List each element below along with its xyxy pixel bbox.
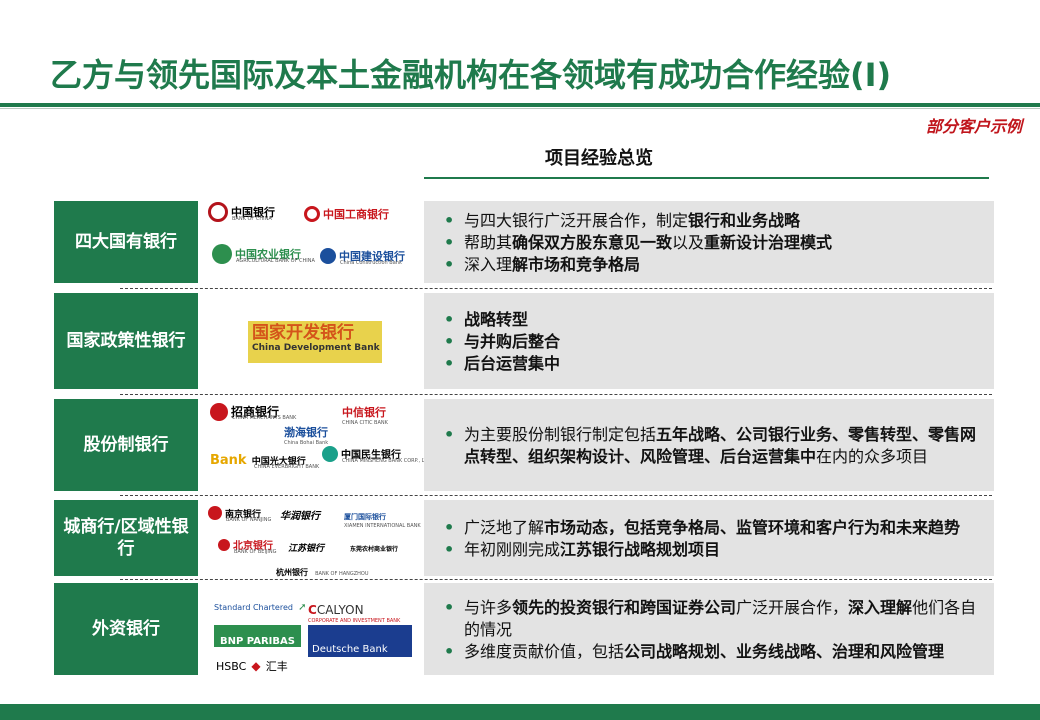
description-panel: • 战略转型 • 与并购后整合 • 后台运营集中 (424, 293, 994, 389)
cmb-logo: 招商银行 CHINA MERCHANTS BANK (210, 401, 296, 421)
logo-group: 国家开发银行 China Development Bank (204, 293, 420, 389)
row-policy-banks: 国家政策性银行 国家开发银行 China Development Bank • 战… (54, 293, 994, 389)
bullet-item: • 深入理解市场和竞争格局 (444, 255, 641, 274)
nanjing-bank-logo: 南京银行 BANK OF NANJING (208, 502, 271, 523)
logo-group: 南京银行 BANK OF NANJING 华润银行 厦门国际银行 XIAMEN … (204, 500, 421, 577)
bnp-paribas-logo: BNP PARIBAS (214, 625, 301, 647)
row-divider (120, 495, 992, 496)
bullet-item: • 与四大银行广泛开展合作，制定银行和业务战略 (444, 211, 801, 230)
logo-group: Standard Chartered ➚ CCALYON CORPORATE A… (204, 583, 420, 675)
everbright-logo: Bank 中国光大银行 CHINA EVERBRIGHT BANK (210, 453, 320, 470)
hsbc-hexagon-icon: ◆ (251, 659, 261, 673)
section-title: 项目经验总览 (545, 148, 653, 169)
cdb-logo: 国家开发银行 China Development Bank (248, 321, 382, 363)
row-divider (120, 394, 992, 395)
cmb-emblem-icon (210, 402, 228, 421)
row-city-banks: 城商行/区域性银行 南京银行 BANK OF NANJING 华润银行 厦门国际… (54, 500, 994, 577)
minsheng-emblem-icon (322, 445, 338, 462)
deutsche-bank-logo: Deutsche Bank (308, 625, 412, 657)
section-rule (424, 177, 989, 179)
huarun-bank-logo: 华润银行 (280, 511, 320, 522)
calyon-mark-icon: C (308, 603, 317, 617)
icbc-logo: 中国工商银行 (304, 203, 389, 222)
xiamen-intl-bank-logo: 厦门国际银行 XIAMEN INTERNATIONAL BANK (344, 513, 421, 529)
jiangsu-bank-logo: 江苏银行 (288, 544, 325, 554)
row-state-banks: 四大国有银行 中国银行 BANK OF CHINA 中国工商银行 中国农业银行 … (54, 201, 994, 283)
bullet-item: • 与并购后整合 (444, 332, 561, 351)
bullet-item: • 战略转型 (444, 310, 529, 329)
icbc-emblem-icon (304, 205, 320, 222)
bank-of-china-logo: 中国银行 BANK OF CHINA (208, 201, 275, 222)
row-divider (120, 579, 992, 580)
client-note: 部分客户示例 (925, 117, 1022, 136)
description-panel: • 与许多领先的投资银行和跨国证券公司广泛开展合作，深入理解他们各自的情况 • 多维… (424, 583, 994, 675)
footer-bar (0, 704, 1040, 720)
row-divider (120, 288, 992, 289)
calyon-logo: CCALYON CORPORATE AND INVESTMENT BANK (308, 603, 401, 624)
logo-group: 中国银行 BANK OF CHINA 中国工商银行 中国农业银行 AGRICUL… (204, 201, 420, 283)
description-panel: • 广泛地了解市场动态，包括竞争格局、监管环境和客户行为和未来趋势 • 年初刚刚完成… (424, 500, 994, 576)
abc-logo: 中国农业银行 AGRICULTURAL BANK OF CHINA (212, 243, 315, 264)
description-panel: • 为主要股份制银行制定包括五年战略、公司银行业务、零售转型、零售网点转型、组织架… (424, 399, 994, 491)
hangzhou-bank-logo: 杭州银行 BANK OF HANGZHOU (276, 568, 369, 577)
page-title: 乙方与领先国际及本土金融机构在各领域有成功合作经验(I) (50, 56, 892, 94)
dongguan-bank-logo: 东莞农村商业银行 (350, 546, 399, 553)
row-label: 四大国有银行 (54, 201, 198, 283)
boc-emblem-icon (208, 201, 228, 222)
logo-group: 招商银行 CHINA MERCHANTS BANK 中信银行 CHINA CIT… (204, 399, 432, 491)
hsbc-logo: HSBC ◆ 汇丰 (216, 659, 288, 673)
row-foreign-banks: 外资银行 Standard Chartered ➚ CCALYON CORPOR… (54, 583, 994, 675)
citic-logo: 中信银行 CHINA CITIC BANK (342, 406, 388, 426)
minsheng-logo: 中国民生银行 CHINA MINSHENG BANK CORP., LTD. (322, 443, 432, 464)
bullet-item: • 后台运营集中 (444, 354, 561, 373)
title-rule (0, 103, 1040, 107)
bullet-item: • 与许多领先的投资银行和跨国证券公司广泛开展合作，深入理解他们各自的情况 (444, 598, 977, 639)
bullet-item: • 多维度贡献价值，包括公司战略规划、业务线战略、治理和风险管理 (444, 642, 945, 661)
nanjing-emblem-icon (208, 505, 222, 520)
standard-chartered-logo: Standard Chartered ➚ (214, 602, 307, 613)
ccb-emblem-icon (320, 247, 336, 264)
row-joint-stock-banks: 股份制银行 招商银行 CHINA MERCHANTS BANK 中信银行 CHI… (54, 399, 994, 491)
row-label: 股份制银行 (54, 399, 198, 491)
bullet-item: • 广泛地了解市场动态，包括竞争格局、监管环境和客户行为和未来趋势 (444, 518, 961, 537)
row-label: 外资银行 (54, 583, 198, 675)
description-panel: • 与四大银行广泛开展合作，制定银行和业务战略 • 帮助其确保双方股东意见一致以及重… (424, 201, 994, 283)
bullet-item: • 为主要股份制银行制定包括五年战略、公司银行业务、零售转型、零售网点转型、组织架… (444, 425, 977, 466)
beijing-emblem-icon (218, 538, 230, 551)
row-label: 城商行/区域性银行 (54, 500, 198, 576)
abc-emblem-icon (212, 243, 232, 264)
row-label: 国家政策性银行 (54, 293, 198, 389)
bullet-item: • 帮助其确保双方股东意见一致以及重新设计治理模式 (444, 233, 833, 252)
ccb-logo: 中国建设银行 China Construction Bank (320, 245, 405, 266)
sc-mark-icon: ➚ (298, 602, 307, 613)
bullet-item: • 年初刚刚完成江苏银行战略规划项目 (444, 540, 721, 559)
beijing-bank-logo: 北京银行 BANK OF BEIJING (218, 534, 277, 555)
title-underline (0, 108, 1040, 109)
